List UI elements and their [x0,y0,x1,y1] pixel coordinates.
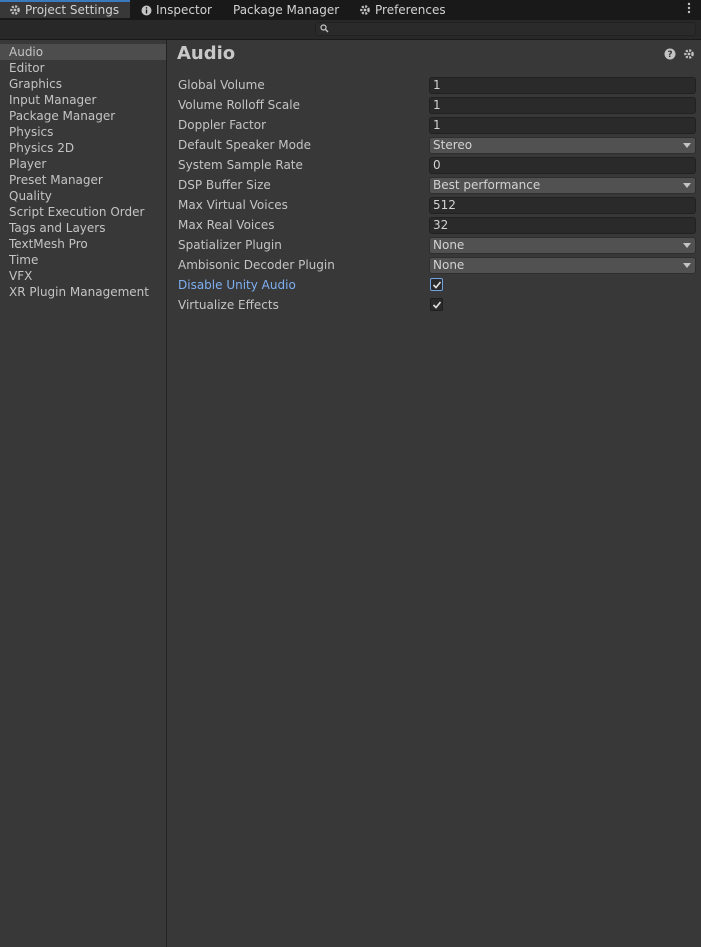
max-virtual-voices-field[interactable]: 512 [429,197,696,214]
default-speaker-mode-dropdown[interactable]: Stereo [429,137,696,154]
toolbar [0,20,701,40]
sidebar-item-xr-plugin-management[interactable]: XR Plugin Management [0,284,166,300]
settings-panel: Audio ? Global Volume 1 Volume Rolloff S… [167,40,701,947]
system-sample-rate-label: System Sample Rate [178,158,303,172]
search-input[interactable] [332,23,692,35]
max-real-voices-label: Max Real Voices [178,218,275,232]
dropdown-value: Stereo [433,138,473,152]
spatializer-plugin-dropdown[interactable]: None [429,237,696,254]
tab-preferences[interactable]: Preferences [359,0,446,20]
ambisonic-decoder-plugin-label: Ambisonic Decoder Plugin [178,258,335,272]
sidebar-item-physics[interactable]: Physics [0,124,166,140]
volume-rolloff-scale-field[interactable]: 1 [429,97,696,114]
virtualize-effects-label: Virtualize Effects [178,298,279,312]
ambisonic-decoder-plugin-dropdown[interactable]: None [429,257,696,274]
gear-icon [10,5,20,15]
settings-sidebar: Audio Editor Graphics Input Manager Pack… [0,40,167,947]
checkmark-icon [432,301,442,309]
gear-icon [360,5,370,15]
disable-unity-audio-checkbox[interactable] [430,278,443,291]
sidebar-item-script-execution-order[interactable]: Script Execution Order [0,204,166,220]
sidebar-item-time[interactable]: Time [0,252,166,268]
global-volume-field[interactable]: 1 [429,77,696,94]
sidebar-item-preset-manager[interactable]: Preset Manager [0,172,166,188]
page-title: Audio [177,43,236,64]
sidebar-item-audio[interactable]: Audio [0,44,166,60]
dropdown-value: None [433,238,465,252]
system-sample-rate-field[interactable]: 0 [429,157,696,174]
tab-label: Preferences [375,3,446,17]
svg-text:?: ? [667,50,672,60]
search-icon [320,24,329,33]
more-options-icon[interactable] [687,2,691,16]
dsp-buffer-size-label: DSP Buffer Size [178,178,271,192]
info-icon [141,5,152,15]
sidebar-item-textmesh-pro[interactable]: TextMesh Pro [0,236,166,252]
search-field[interactable] [315,22,696,36]
tab-project-settings[interactable]: Project Settings [0,0,130,18]
tab-label: Project Settings [25,3,120,17]
volume-rolloff-scale-label: Volume Rolloff Scale [178,98,300,112]
tab-bar: Project Settings Inspector Package Manag… [0,0,701,20]
sidebar-item-input-manager[interactable]: Input Manager [0,92,166,108]
checkmark-icon [432,281,442,289]
virtualize-effects-checkbox[interactable] [430,298,443,311]
settings-gear-icon[interactable] [683,48,695,60]
global-volume-label: Global Volume [178,78,265,92]
sidebar-item-package-manager[interactable]: Package Manager [0,108,166,124]
dropdown-arrow-icon [683,263,691,268]
disable-unity-audio-label: Disable Unity Audio [178,278,296,292]
dropdown-value: Best performance [433,178,541,192]
max-real-voices-field[interactable]: 32 [429,217,696,234]
spatializer-plugin-label: Spatializer Plugin [178,238,282,252]
sidebar-item-vfx[interactable]: VFX [0,268,166,284]
tab-package-manager[interactable]: Package Manager [233,0,339,20]
sidebar-item-quality[interactable]: Quality [0,188,166,204]
sidebar-item-editor[interactable]: Editor [0,60,166,76]
sidebar-item-player[interactable]: Player [0,156,166,172]
default-speaker-mode-label: Default Speaker Mode [178,138,311,152]
doppler-factor-field[interactable]: 1 [429,117,696,134]
dropdown-value: None [433,258,465,272]
dropdown-arrow-icon [683,243,691,248]
doppler-factor-label: Doppler Factor [178,118,267,132]
sidebar-item-tags-and-layers[interactable]: Tags and Layers [0,220,166,236]
tab-label: Inspector [156,3,212,17]
sidebar-item-graphics[interactable]: Graphics [0,76,166,92]
sidebar-item-physics-2d[interactable]: Physics 2D [0,140,166,156]
tab-label: Package Manager [233,3,340,17]
dsp-buffer-size-dropdown[interactable]: Best performance [429,177,696,194]
dropdown-arrow-icon [683,183,691,188]
help-icon[interactable]: ? [664,48,676,60]
dropdown-arrow-icon [683,143,691,148]
tab-inspector[interactable]: Inspector [141,0,212,20]
max-virtual-voices-label: Max Virtual Voices [178,198,288,212]
